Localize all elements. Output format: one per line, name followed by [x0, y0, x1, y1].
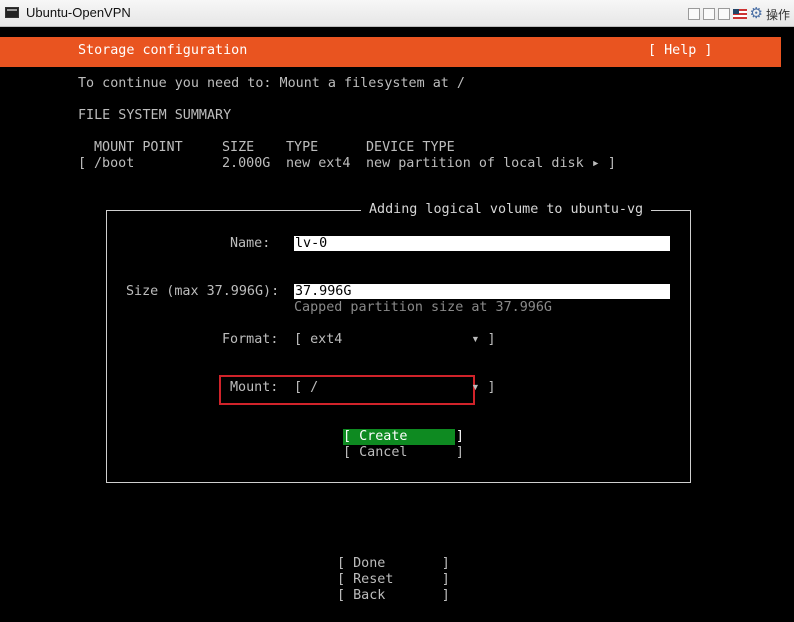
- maximize-icon[interactable]: [717, 8, 730, 20]
- row-type: new ext4: [286, 156, 351, 171]
- window-controls: ⚙ 操作: [687, 6, 790, 23]
- row-device-type: new partition of local disk ▸ ]: [366, 156, 616, 171]
- header-bar: Storage configuration [ Help ]: [0, 37, 781, 67]
- create-button[interactable]: [ Create ]: [343, 429, 464, 445]
- installer-screen: Storage configuration [ Help ] To contin…: [0, 27, 794, 622]
- format-select[interactable]: [ ext4 ▾ ]: [294, 332, 496, 348]
- size-field[interactable]: 37.996G: [294, 284, 670, 299]
- name-label: Name:: [230, 236, 271, 251]
- format-label: Format:: [222, 332, 279, 347]
- col-mount-point: MOUNT POINT: [94, 140, 183, 155]
- size-label: Size (max 37.996G):: [126, 284, 280, 299]
- row-mount-point: /boot: [94, 156, 135, 171]
- restore-icon[interactable]: [702, 8, 715, 20]
- col-type: TYPE: [286, 140, 319, 155]
- operations-menu[interactable]: 操作: [766, 6, 790, 23]
- summary-heading: FILE SYSTEM SUMMARY: [78, 108, 232, 123]
- window-title: Ubuntu-OpenVPN: [26, 5, 131, 20]
- flag-icon[interactable]: [732, 9, 747, 19]
- dialog-title: Adding logical volume to ubuntu-vg: [361, 202, 652, 218]
- add-logical-volume-dialog: Adding logical volume to ubuntu-vg Name:…: [106, 202, 691, 483]
- terminal-icon: [5, 7, 19, 18]
- col-device-type: DEVICE TYPE: [366, 140, 455, 155]
- size-hint: Capped partition size at 37.996G: [294, 300, 552, 315]
- col-size: SIZE: [222, 140, 255, 155]
- vm-window: Ubuntu-OpenVPN ⚙ 操作 Storage configuratio…: [0, 0, 794, 622]
- reset-button[interactable]: [ Reset ]: [337, 572, 450, 588]
- back-button[interactable]: [ Back ]: [337, 588, 450, 604]
- minimize-icon[interactable]: [687, 8, 700, 20]
- title-bar: Ubuntu-OpenVPN ⚙ 操作: [0, 0, 794, 27]
- cancel-button[interactable]: [ Cancel ]: [343, 445, 464, 461]
- help-button[interactable]: [ Help ]: [648, 43, 713, 59]
- instruction-text: To continue you need to: Mount a filesys…: [78, 76, 465, 91]
- page-title: Storage configuration: [78, 43, 248, 58]
- gear-icon[interactable]: ⚙: [750, 6, 763, 21]
- done-button[interactable]: [ Done ]: [337, 556, 450, 572]
- mount-select[interactable]: [ / ▾ ]: [294, 380, 496, 396]
- row-open-bracket: [: [78, 156, 87, 171]
- mount-label: Mount:: [230, 380, 279, 395]
- name-field[interactable]: lv-0: [294, 236, 670, 251]
- row-size: 2.000G: [222, 156, 271, 171]
